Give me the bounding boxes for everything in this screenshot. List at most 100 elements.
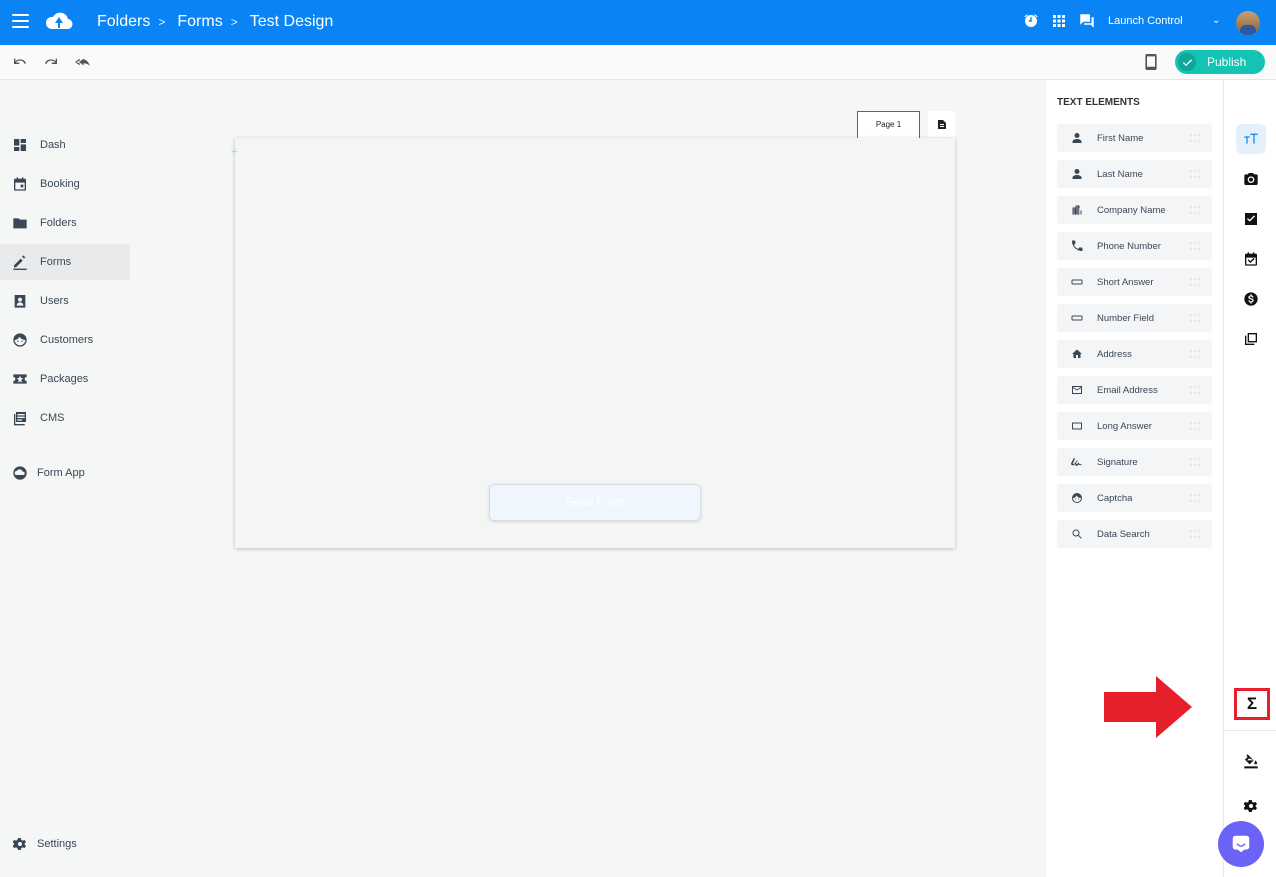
element-number-field[interactable]: Number Field [1057,304,1212,332]
elements-panel: TEXT ELEMENTS First Name Last Name Compa… [1046,80,1223,877]
user-badge-icon [14,295,26,308]
panel-title: TEXT ELEMENTS [1057,97,1140,108]
element-address[interactable]: Address [1057,340,1212,368]
form-canvas[interactable]: + Send Form [231,138,955,548]
element-label: Long Answer [1097,420,1152,432]
chevron-down-icon[interactable]: ⌄ [1212,15,1220,26]
mail-icon [1072,386,1082,394]
sidebar-nav: Dash Booking Folders Forms Users Custome… [0,127,130,439]
divider [1224,730,1276,731]
mobile-preview-icon[interactable] [1144,54,1158,75]
calculation-button[interactable]: Σ [1234,688,1270,720]
undo-icon[interactable] [12,54,28,70]
element-label: Company Name [1097,204,1166,216]
drag-handle-icon[interactable] [1188,384,1202,396]
sidebar-item-customers[interactable]: Customers [0,322,130,358]
element-long-answer[interactable]: Long Answer [1057,412,1212,440]
publish-label: Publish [1207,55,1247,69]
send-form-button[interactable]: Send Form [489,484,701,521]
drag-handle-icon[interactable] [1188,204,1202,216]
gear-icon [12,838,26,850]
chat-icon [1232,835,1250,853]
drag-handle-icon[interactable] [1188,456,1202,468]
sidebar-item-form-app[interactable]: Form App [0,458,85,488]
element-email-address[interactable]: Email Address [1057,376,1212,404]
alarm-icon[interactable] [1022,12,1040,30]
drag-handle-icon[interactable] [1188,348,1202,360]
element-company-name[interactable]: Company Name [1057,196,1212,224]
sidebar-item-label: CMS [40,412,65,424]
element-last-name[interactable]: Last Name [1057,160,1212,188]
camera-icon [1244,173,1258,185]
cloud-logo-icon[interactable] [44,9,74,35]
apps-grid-icon[interactable] [1050,12,1068,30]
paint-bucket-icon [1244,754,1258,769]
sidebar-item-dash[interactable]: Dash [0,127,130,163]
element-captcha[interactable]: Captcha [1057,484,1212,512]
cloud-icon [13,466,27,480]
face-icon [13,333,27,347]
sidebar-item-folders[interactable]: Folders [0,205,130,241]
drag-handle-icon[interactable] [1188,312,1202,324]
element-phone-number[interactable]: Phone Number [1057,232,1212,260]
element-data-search[interactable]: Data Search [1057,520,1212,548]
sidebar-item-users[interactable]: Users [0,283,130,319]
drag-handle-icon[interactable] [1188,168,1202,180]
sidebar-item-packages[interactable]: Packages [0,361,130,397]
face-icon [1072,493,1082,503]
breadcrumb-current: Test Design [249,13,334,30]
red-arrow-annotation [1104,676,1192,738]
redo-icon[interactable] [43,54,59,70]
element-label: Address [1097,348,1132,360]
style-tab[interactable] [1236,746,1266,776]
add-page-button[interactable] [928,111,955,137]
long-input-icon [1072,422,1082,430]
phone-icon [1072,240,1083,251]
choice-elements-tab[interactable] [1236,204,1266,234]
element-signature[interactable]: Signature [1057,448,1212,476]
drag-handle-icon[interactable] [1188,240,1202,252]
sidebar-item-settings[interactable]: Settings [12,836,77,852]
sidebar-item-label: Customers [40,334,94,346]
chat-icon[interactable] [1078,12,1096,30]
sidebar-item-label: Form App [37,467,85,479]
breadcrumb: Folders > Forms > Test Design [97,13,333,31]
date-elements-tab[interactable] [1236,244,1266,274]
drag-handle-icon[interactable] [1188,528,1202,540]
top-navigation-bar: Folders > Forms > Test Design Launch Con… [0,0,1276,45]
menu-icon[interactable] [12,14,29,28]
publish-button[interactable]: Publish [1175,50,1265,74]
drag-handle-icon[interactable] [1188,420,1202,432]
element-label: Phone Number [1097,240,1161,252]
text-elements-tab[interactable] [1236,124,1266,154]
media-elements-tab[interactable] [1236,164,1266,194]
search-icon [1072,529,1082,539]
settings-label: Settings [37,838,77,850]
undo-all-icon[interactable] [75,54,91,70]
element-label: First Name [1097,132,1144,144]
payment-elements-tab[interactable] [1236,284,1266,314]
settings-tab[interactable] [1236,791,1266,821]
drag-handle-icon[interactable] [1188,132,1202,144]
sidebar-item-label: Folders [40,217,77,229]
dashboard-icon [14,139,26,151]
sidebar-item-forms[interactable]: Forms [0,244,130,280]
element-first-name[interactable]: First Name [1057,124,1212,152]
support-chat-button[interactable] [1218,821,1264,867]
drag-handle-icon[interactable] [1188,276,1202,288]
page-tab[interactable]: Page 1 [857,111,920,139]
tool-rail: Σ [1223,80,1276,877]
breadcrumb-forms[interactable]: Forms [177,13,222,31]
drag-handle-icon[interactable] [1188,492,1202,504]
element-short-answer[interactable]: Short Answer [1057,268,1212,296]
account-name[interactable]: Launch Control [1108,15,1183,27]
sidebar-item-booking[interactable]: Booking [0,166,130,202]
avatar[interactable] [1236,11,1260,35]
plus-icon[interactable]: + [231,146,237,158]
sidebar-item-label: Users [40,295,69,307]
text-size-icon [1244,133,1258,144]
sidebar-item-cms[interactable]: CMS [0,400,130,436]
short-input-icon [1071,279,1083,285]
layout-elements-tab[interactable] [1236,324,1266,354]
breadcrumb-folders[interactable]: Folders [97,13,150,31]
